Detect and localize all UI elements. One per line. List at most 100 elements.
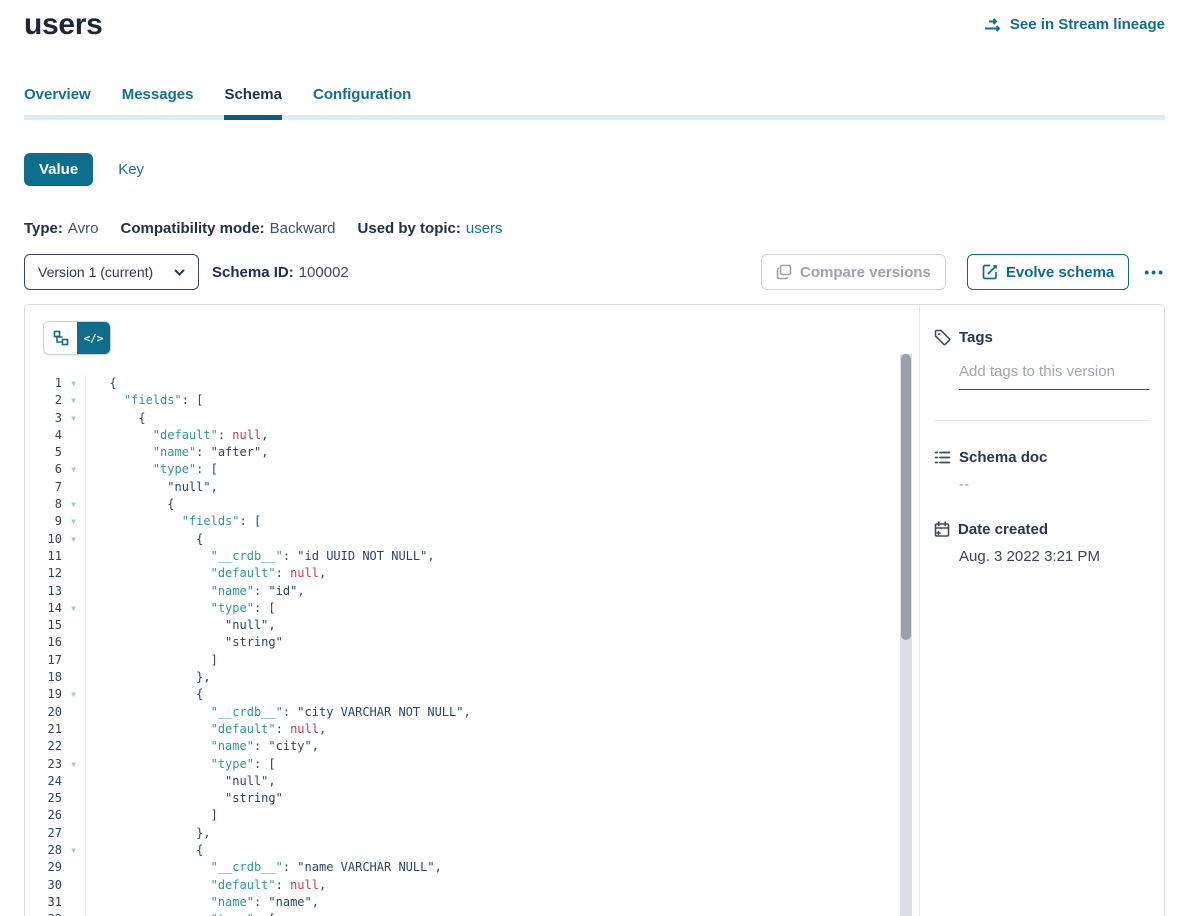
code-text[interactable]: "null",: [85, 773, 276, 790]
version-select-value: Version 1 (current): [38, 264, 153, 280]
fold-toggle-icon[interactable]: ▼: [62, 842, 85, 859]
code-text[interactable]: ]: [85, 807, 218, 824]
fold-toggle-icon[interactable]: ▼: [62, 531, 85, 548]
tree-view-icon: [53, 330, 69, 346]
code-text[interactable]: "string": [85, 634, 283, 651]
code-text[interactable]: "null",: [85, 479, 218, 496]
code-text[interactable]: "name": "id",: [85, 583, 305, 600]
fold-toggle-icon[interactable]: ▼: [62, 686, 85, 703]
code-text[interactable]: "type": [: [85, 911, 276, 916]
code-line: 25 "string": [25, 790, 919, 807]
fold-gutter-spacer: [62, 444, 85, 461]
code-text[interactable]: "__crdb__": "city VARCHAR NOT NULL",: [85, 704, 471, 721]
evolve-schema-label: Evolve schema: [1006, 264, 1114, 281]
tree-view-button[interactable]: [44, 322, 77, 354]
version-select[interactable]: Version 1 (current): [24, 254, 199, 290]
code-text[interactable]: },: [85, 825, 211, 842]
evolve-schema-button[interactable]: Evolve schema: [967, 254, 1129, 290]
compare-versions-button[interactable]: Compare versions: [761, 254, 946, 290]
fold-gutter-spacer: [62, 669, 85, 686]
code-text[interactable]: "null",: [85, 617, 276, 634]
compare-versions-label: Compare versions: [800, 264, 931, 281]
line-number: 24: [25, 773, 62, 790]
code-text[interactable]: "name": "city",: [85, 738, 319, 755]
topic-link[interactable]: users: [466, 220, 503, 237]
code-text[interactable]: "fields": [: [85, 513, 261, 530]
schema-card: </> 1▼ {2▼ "fields": [3▼ {4 "default": n…: [24, 304, 1165, 916]
tab-schema[interactable]: Schema: [224, 86, 282, 120]
schema-page: users See in Stream lineage Overview Mess…: [0, 0, 1189, 916]
more-options-button[interactable]: •••: [1144, 264, 1165, 280]
fold-toggle-icon[interactable]: ▼: [62, 756, 85, 773]
fold-gutter-spacer: [62, 877, 85, 894]
code-line: 23▼ "type": [: [25, 756, 919, 773]
page-header: users See in Stream lineage: [24, 0, 1165, 42]
fold-toggle-icon[interactable]: ▼: [62, 513, 85, 530]
key-tab-link[interactable]: Key: [118, 161, 144, 178]
line-number: 12: [25, 565, 62, 582]
line-number: 22: [25, 738, 62, 755]
code-text[interactable]: "type": [: [85, 461, 218, 478]
tags-input[interactable]: [959, 363, 1149, 390]
code-text[interactable]: "name": "name",: [85, 894, 319, 911]
code-text[interactable]: "default": null,: [85, 877, 326, 894]
value-tab-button[interactable]: Value: [24, 153, 93, 186]
code-line: 19▼ {: [25, 686, 919, 703]
code-text[interactable]: {: [85, 842, 203, 859]
tab-overview[interactable]: Overview: [24, 86, 91, 120]
line-number: 13: [25, 583, 62, 600]
tab-configuration[interactable]: Configuration: [313, 86, 411, 120]
fold-gutter-spacer: [62, 790, 85, 807]
code-line: 30 "default": null,: [25, 877, 919, 894]
lineage-link-label: See in Stream lineage: [1010, 16, 1165, 33]
code-text[interactable]: {: [85, 686, 203, 703]
code-text[interactable]: "string": [85, 790, 283, 807]
used-by-topic: Used by topic:users: [358, 220, 503, 237]
compatibility-mode: Compatibility mode:Backward: [120, 220, 335, 237]
schema-meta: Type:Avro Compatibility mode:Backward Us…: [24, 220, 1165, 237]
line-number: 25: [25, 790, 62, 807]
fold-toggle-icon[interactable]: ▼: [62, 410, 85, 427]
code-text[interactable]: "__crdb__": "id UUID NOT NULL",: [85, 548, 435, 565]
code-text[interactable]: ]: [85, 652, 218, 669]
code-line: 29 "__crdb__": "name VARCHAR NULL",: [25, 859, 919, 876]
editor-scrollbar-thumb[interactable]: [901, 354, 911, 640]
code-text[interactable]: "__crdb__": "name VARCHAR NULL",: [85, 859, 442, 876]
code-text[interactable]: "name": "after",: [85, 444, 268, 461]
schema-id: Schema ID:100002: [212, 264, 349, 281]
code-text[interactable]: "type": [: [85, 756, 276, 773]
code-line: 8▼ {: [25, 496, 919, 513]
fold-toggle-icon[interactable]: ▼: [62, 375, 85, 392]
fold-toggle-icon[interactable]: ▼: [62, 600, 85, 617]
code-text[interactable]: "type": [: [85, 600, 276, 617]
line-number: 10: [25, 531, 62, 548]
code-text[interactable]: {: [85, 496, 174, 513]
code-text[interactable]: {: [85, 375, 117, 392]
code-line: 18 },: [25, 669, 919, 686]
line-number: 6: [25, 461, 62, 478]
tab-messages[interactable]: Messages: [122, 86, 194, 120]
list-icon: [934, 450, 951, 465]
fold-toggle-icon[interactable]: ▼: [62, 496, 85, 513]
code-lines: 1▼ {2▼ "fields": [3▼ {4 "default": null,…: [25, 375, 919, 916]
see-in-stream-lineage-link[interactable]: See in Stream lineage: [984, 16, 1165, 33]
code-text[interactable]: "default": null,: [85, 427, 268, 444]
code-text[interactable]: {: [85, 531, 203, 548]
code-text[interactable]: "fields": [: [85, 392, 203, 409]
fold-toggle-icon[interactable]: ▼: [62, 911, 85, 916]
line-number: 4: [25, 427, 62, 444]
code-text[interactable]: },: [85, 669, 211, 686]
value-key-toggle: Value Key: [24, 153, 1165, 186]
line-number: 8: [25, 496, 62, 513]
code-line: 3▼ {: [25, 410, 919, 427]
line-number: 15: [25, 617, 62, 634]
code-line: 27 },: [25, 825, 919, 842]
code-text[interactable]: "default": null,: [85, 721, 326, 738]
code-view-button[interactable]: </>: [77, 322, 110, 354]
code-text[interactable]: "default": null,: [85, 565, 326, 582]
code-text[interactable]: {: [85, 410, 146, 427]
fold-toggle-icon[interactable]: ▼: [62, 461, 85, 478]
line-number: 23: [25, 756, 62, 773]
fold-toggle-icon[interactable]: ▼: [62, 392, 85, 409]
fold-gutter-spacer: [62, 807, 85, 824]
